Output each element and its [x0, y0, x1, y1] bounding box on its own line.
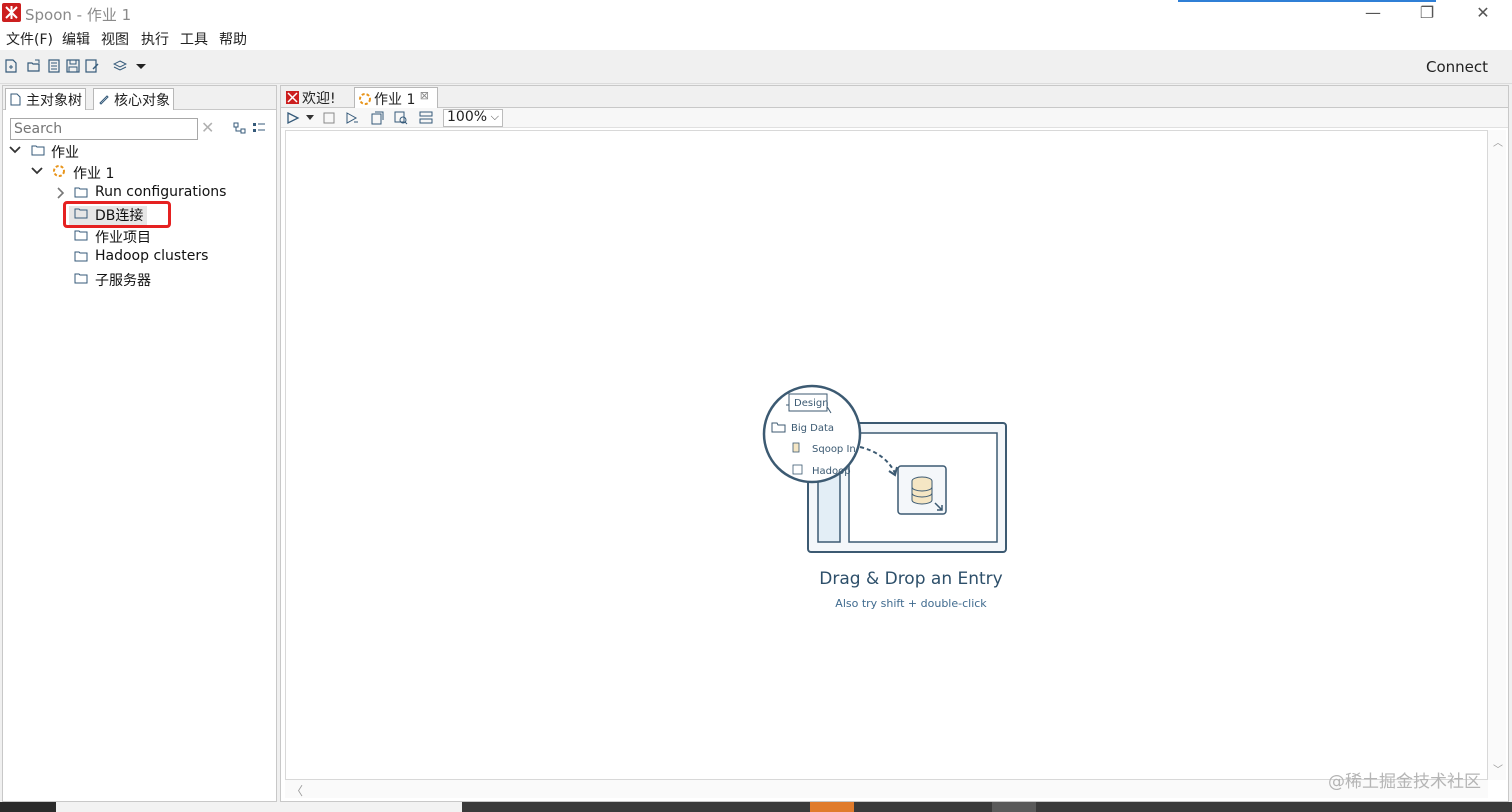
illustration-item2-label: Hadoop: [812, 466, 851, 477]
horizontal-scrollbar[interactable]: 〈: [285, 780, 1488, 798]
zoom-value: 100%: [447, 109, 488, 125]
minimize-button[interactable]: —: [1350, 2, 1396, 26]
connect-button[interactable]: Connect: [1426, 58, 1488, 76]
menu-bar: 文件(F) 编辑 视图 执行 工具 帮助: [0, 28, 1512, 50]
folder-icon: [31, 145, 45, 156]
taskbar: [0, 802, 1512, 812]
spoon-icon: [286, 91, 299, 104]
illustration-folder-label: Big Data: [791, 423, 834, 434]
chevron-down-icon[interactable]: [9, 145, 21, 155]
save-icon[interactable]: [66, 59, 80, 73]
taskbar-search[interactable]: [56, 802, 462, 812]
pencil-icon: [99, 95, 109, 105]
chevron-down-icon[interactable]: [31, 166, 43, 176]
progress-bar: [1178, 0, 1436, 2]
restore-button[interactable]: ❐: [1404, 2, 1450, 26]
dropdown-arrow-icon[interactable]: [134, 59, 148, 73]
canvas-toolbar: 100% ⌵: [281, 108, 1508, 128]
stop-icon[interactable]: [322, 111, 336, 125]
job-canvas[interactable]: Design Big Data Sqoop In Hadoop Drag & D…: [285, 130, 1488, 780]
search-input[interactable]: [10, 118, 198, 140]
tree-item-hadoop-clusters[interactable]: Hadoop clusters: [7, 247, 227, 267]
watermark: @稀土掘金技术社区: [1328, 772, 1481, 792]
collapse-all-icon[interactable]: [233, 122, 247, 134]
tree-item-label: Hadoop clusters: [95, 248, 209, 264]
tab-job-1[interactable]: 作业 1 ⊠: [354, 87, 438, 108]
spoon-app-icon: [2, 3, 21, 22]
menu-file[interactable]: 文件(F): [6, 29, 53, 49]
tab-welcome[interactable]: 欢迎!: [283, 87, 340, 108]
tab-core-objects[interactable]: 核心对象: [93, 88, 174, 110]
scroll-up-icon[interactable]: ︿: [1493, 134, 1503, 149]
drag-drop-illustration: Design Big Data Sqoop In Hadoop: [762, 384, 1007, 553]
menu-tools[interactable]: 工具: [180, 29, 208, 49]
left-tab-bar: 主对象树 核心对象: [3, 86, 276, 110]
tree-item-job-entries[interactable]: 作业项目: [7, 226, 207, 246]
tab-main-object-tree-label: 主对象树: [26, 93, 82, 109]
layers-icon[interactable]: [113, 59, 127, 73]
tab-main-object-tree[interactable]: 主对象树: [5, 88, 86, 110]
window-title: Spoon - 作业 1: [25, 6, 132, 24]
tree-item-slave-servers[interactable]: 子服务器: [7, 269, 207, 289]
run-icon[interactable]: [286, 111, 300, 125]
document-icon: [10, 93, 21, 106]
folder-icon: [74, 230, 88, 241]
taskbar-app-active[interactable]: [810, 802, 854, 812]
zoom-select[interactable]: 100% ⌵: [443, 109, 503, 127]
scroll-left-icon[interactable]: 〈: [291, 782, 303, 799]
job-icon: [359, 93, 371, 105]
illustration-tab-label: Design: [794, 398, 829, 409]
menu-edit[interactable]: 编辑: [62, 29, 90, 49]
tree-item-job-1[interactable]: 作业 1: [7, 162, 207, 182]
job-icon: [53, 165, 65, 177]
inspect-icon[interactable]: [394, 111, 408, 125]
annotation-highlight-box: [63, 201, 171, 228]
editor-tab-bar: 欢迎! 作业 1 ⊠: [281, 86, 1508, 108]
menu-help[interactable]: 帮助: [219, 29, 247, 49]
close-window-button[interactable]: ✕: [1460, 2, 1506, 26]
title-bar: Spoon - 作业 1 — ❐ ✕: [0, 0, 1512, 28]
expand-all-icon[interactable]: [252, 122, 266, 134]
tree-item-run-configurations[interactable]: Run configurations: [7, 183, 247, 203]
chevron-right-icon[interactable]: [55, 187, 65, 199]
folder-icon: [74, 251, 88, 262]
tree-item-label: 作业 1: [73, 166, 115, 182]
main-toolbar: Connect: [0, 50, 1512, 84]
tree-item-jobs[interactable]: 作业: [7, 141, 207, 161]
run-dropdown-icon[interactable]: [305, 114, 315, 122]
save-as-icon[interactable]: [85, 59, 99, 73]
tab-welcome-label: 欢迎!: [302, 91, 336, 107]
open-file-icon[interactable]: [27, 59, 41, 73]
tree-item-label: 作业: [51, 145, 79, 161]
chevron-down-icon: ⌵: [490, 110, 499, 123]
new-file-icon[interactable]: [4, 59, 18, 73]
menu-run[interactable]: 执行: [141, 29, 169, 49]
illustration-item1-label: Sqoop In: [812, 444, 856, 455]
drag-drop-title: Drag & Drop an Entry: [819, 569, 1003, 589]
drag-drop-subtitle: Also try shift + double-click: [835, 597, 987, 610]
tree-item-label: 子服务器: [95, 273, 151, 289]
right-panel: 欢迎! 作业 1 ⊠ 100% ⌵ Design Big Data Sqoop …: [280, 85, 1509, 802]
taskbar-start[interactable]: [0, 802, 56, 812]
run-options-icon[interactable]: [345, 111, 359, 125]
tree-item-label: 作业项目: [95, 230, 151, 246]
menu-view[interactable]: 视图: [101, 29, 129, 49]
left-panel: 主对象树 核心对象 ✕ 作业 作业 1 Run configurations D…: [2, 85, 277, 802]
scroll-down-icon[interactable]: ﹀: [1493, 761, 1503, 776]
clear-search-icon[interactable]: ✕: [201, 118, 214, 137]
replay-icon[interactable]: [370, 111, 384, 125]
explore-icon[interactable]: [47, 59, 61, 73]
folder-icon: [74, 273, 88, 284]
tree-item-label: Run configurations: [95, 184, 227, 200]
taskbar-app[interactable]: [992, 802, 1036, 812]
vertical-scrollbar[interactable]: ︿ ﹀: [1488, 130, 1506, 780]
close-tab-icon[interactable]: ⊠: [420, 89, 429, 102]
tab-core-objects-label: 核心对象: [114, 93, 170, 109]
folder-icon: [74, 187, 88, 198]
align-icon[interactable]: [419, 111, 433, 125]
tab-job-1-label: 作业 1: [374, 92, 416, 108]
